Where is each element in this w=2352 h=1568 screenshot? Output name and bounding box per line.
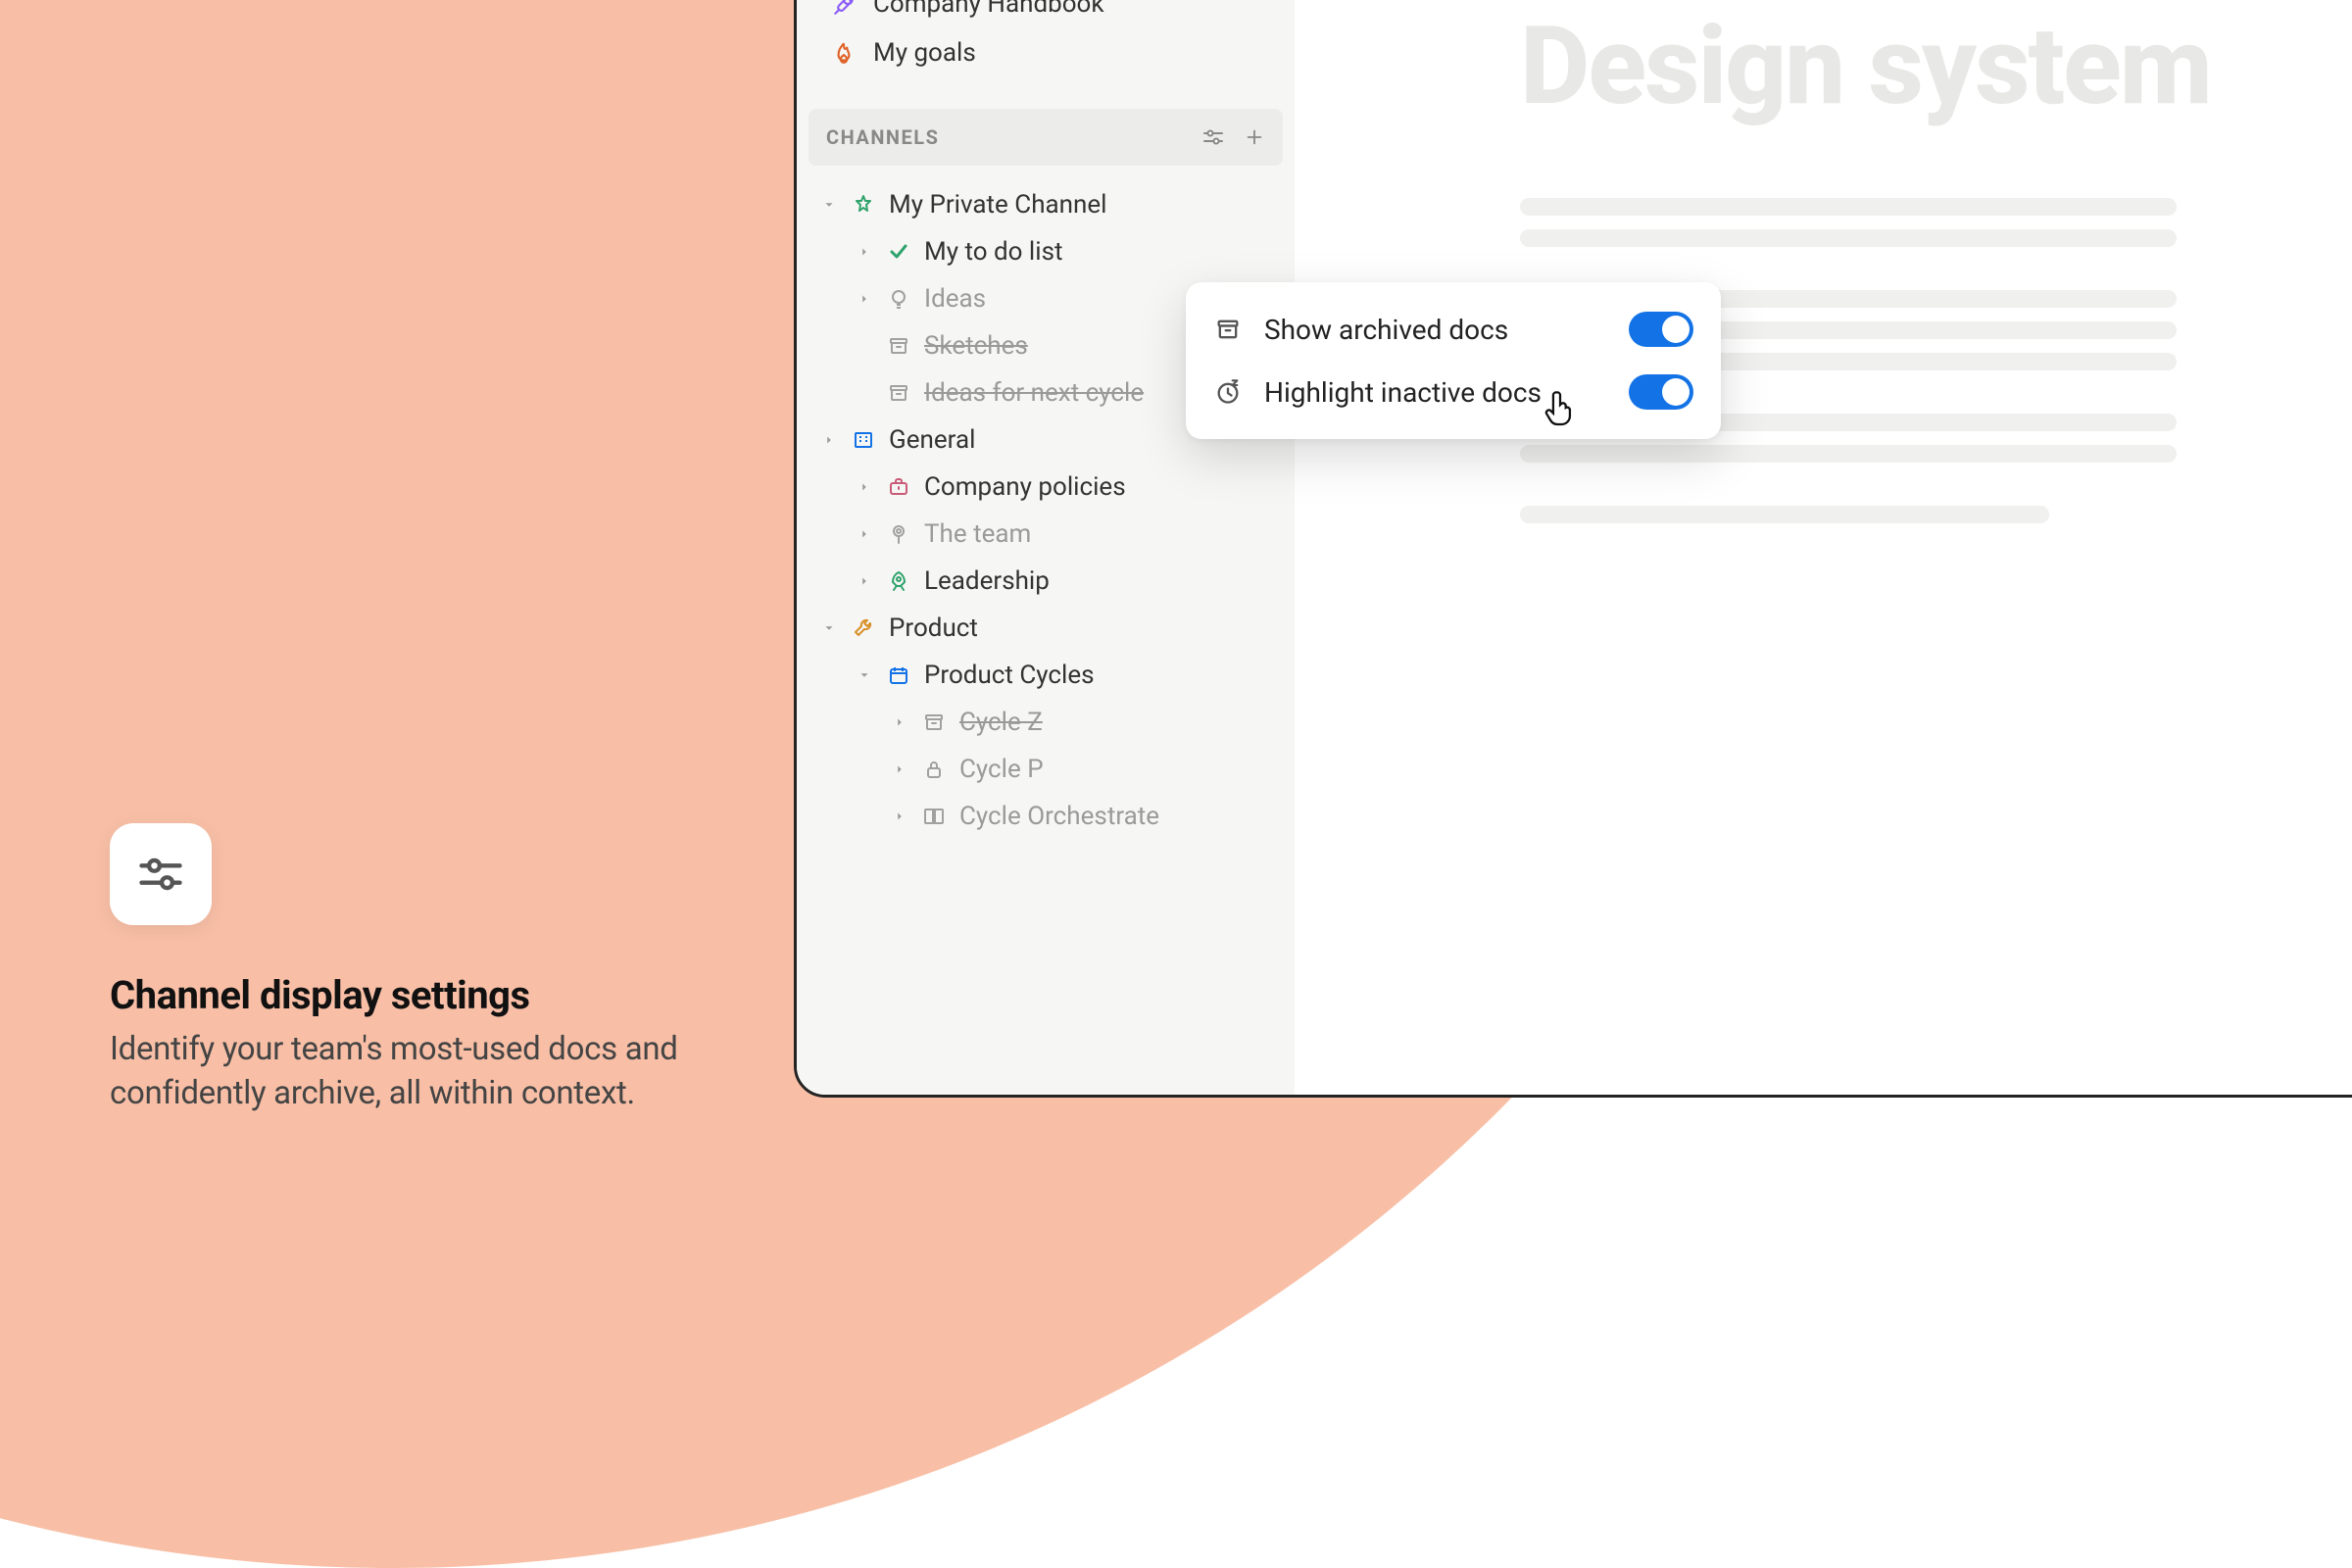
chevron-right-icon[interactable] xyxy=(856,243,873,261)
chevron-right-icon[interactable] xyxy=(820,431,838,449)
channels-label: CHANNELS xyxy=(826,125,939,149)
chevron-right-icon[interactable] xyxy=(891,713,908,731)
briefcase-icon xyxy=(885,473,912,501)
microphone-icon xyxy=(830,0,858,18)
tree-item-label: Cycle Orchestrate xyxy=(959,802,1159,831)
sidebar-item-my-goals[interactable]: My goals xyxy=(816,28,1275,77)
star-icon xyxy=(850,191,877,219)
tree-item-label: Leadership xyxy=(924,566,1050,596)
skeleton-line xyxy=(1520,506,2049,523)
document-content: Design system xyxy=(1295,0,2352,1095)
tree-item-label: Product Cycles xyxy=(924,661,1095,690)
tree-item-label: The team xyxy=(924,519,1031,549)
tree-item[interactable]: The team xyxy=(812,511,1279,558)
channel-settings-button[interactable] xyxy=(1199,122,1228,152)
sidebar-item-company-handbook[interactable]: Company Handbook xyxy=(816,0,1275,28)
office-icon xyxy=(850,426,877,454)
tree-item[interactable]: Leadership xyxy=(812,558,1279,605)
caret-spacer xyxy=(856,384,873,402)
pin-icon xyxy=(885,520,912,548)
chevron-right-icon[interactable] xyxy=(891,760,908,778)
tree-item-label: Cycle P xyxy=(959,755,1044,784)
popup-row-highlight-inactive[interactable]: Highlight inactive docs xyxy=(1209,361,1697,423)
chevron-right-icon[interactable] xyxy=(891,808,908,825)
tree-item-label: My to do list xyxy=(924,237,1063,267)
tree-item[interactable]: Cycle Orchestrate xyxy=(812,793,1279,840)
skeleton-line xyxy=(1520,445,2177,463)
tree-item-label: General xyxy=(889,425,975,455)
tree-item[interactable]: Product Cycles xyxy=(812,652,1279,699)
archive-icon xyxy=(1213,315,1243,344)
archive-icon xyxy=(885,379,912,407)
chevron-right-icon[interactable] xyxy=(856,525,873,543)
tree-item-label: Sketches xyxy=(924,331,1028,361)
calendar-icon xyxy=(885,662,912,689)
chevron-down-icon[interactable] xyxy=(820,619,838,637)
promo-title: Channel display settings xyxy=(110,972,717,1018)
tree-item-label: Company policies xyxy=(924,472,1126,502)
chevron-down-icon[interactable] xyxy=(856,666,873,684)
flame-icon xyxy=(830,39,858,67)
tree-item[interactable]: My to do list xyxy=(812,228,1279,275)
chevron-down-icon[interactable] xyxy=(820,196,838,214)
tree-item-label: Product xyxy=(889,613,978,643)
chevron-right-icon[interactable] xyxy=(856,572,873,590)
lock-icon xyxy=(920,756,948,783)
sidebar-item-label: My goals xyxy=(873,38,976,68)
tree-item[interactable]: Company policies xyxy=(812,464,1279,511)
tree-item[interactable]: Cycle P xyxy=(812,746,1279,793)
channel-display-settings-popup: Show archived docs Highlight inactive do… xyxy=(1186,282,1721,439)
tree-item[interactable]: Cycle Z xyxy=(812,699,1279,746)
bulb-icon xyxy=(885,285,912,313)
popup-label: Highlight inactive docs xyxy=(1264,376,1607,409)
promo-description: Identify your team's most-used docs and … xyxy=(110,1028,717,1115)
promo-block: Channel display settings Identify your t… xyxy=(110,823,717,1115)
caret-spacer xyxy=(856,337,873,355)
archive-icon xyxy=(885,332,912,360)
tree-item[interactable]: My Private Channel xyxy=(812,181,1279,228)
tree-item-label: My Private Channel xyxy=(889,190,1107,220)
book-icon xyxy=(920,803,948,830)
check-icon xyxy=(885,238,912,266)
wrench-icon xyxy=(850,614,877,642)
tree-item[interactable]: Product xyxy=(812,605,1279,652)
skeleton-line xyxy=(1520,229,2177,247)
page-title: Design system xyxy=(1520,3,2352,129)
app-window: Company Handbook My goals CHANNELS My Pr… xyxy=(794,0,2352,1098)
tree-item-label: Ideas xyxy=(924,284,986,314)
chevron-right-icon[interactable] xyxy=(856,290,873,308)
chevron-right-icon[interactable] xyxy=(856,478,873,496)
pinned-docs: Company Handbook My goals xyxy=(797,0,1295,85)
archive-icon xyxy=(920,709,948,736)
rocket-icon xyxy=(885,567,912,595)
toggle-highlight-inactive[interactable] xyxy=(1629,374,1693,410)
tree-item-label: Ideas for next cycle xyxy=(924,378,1144,408)
sidebar-item-label: Company Handbook xyxy=(873,0,1104,19)
toggle-show-archived[interactable] xyxy=(1629,312,1693,347)
sliders-icon xyxy=(110,823,212,925)
channels-header: CHANNELS xyxy=(808,109,1283,166)
popup-row-show-archived[interactable]: Show archived docs xyxy=(1209,298,1697,361)
add-channel-button[interactable] xyxy=(1240,122,1269,152)
skeleton-line xyxy=(1520,198,2177,216)
tree-item-label: Cycle Z xyxy=(959,708,1043,737)
popup-label: Show archived docs xyxy=(1264,314,1607,346)
channel-tree: My Private Channel My to do list Ideas Sket… xyxy=(797,172,1295,850)
clock-sleep-icon xyxy=(1213,377,1243,407)
sidebar: Company Handbook My goals CHANNELS My Pr… xyxy=(797,0,1295,1095)
